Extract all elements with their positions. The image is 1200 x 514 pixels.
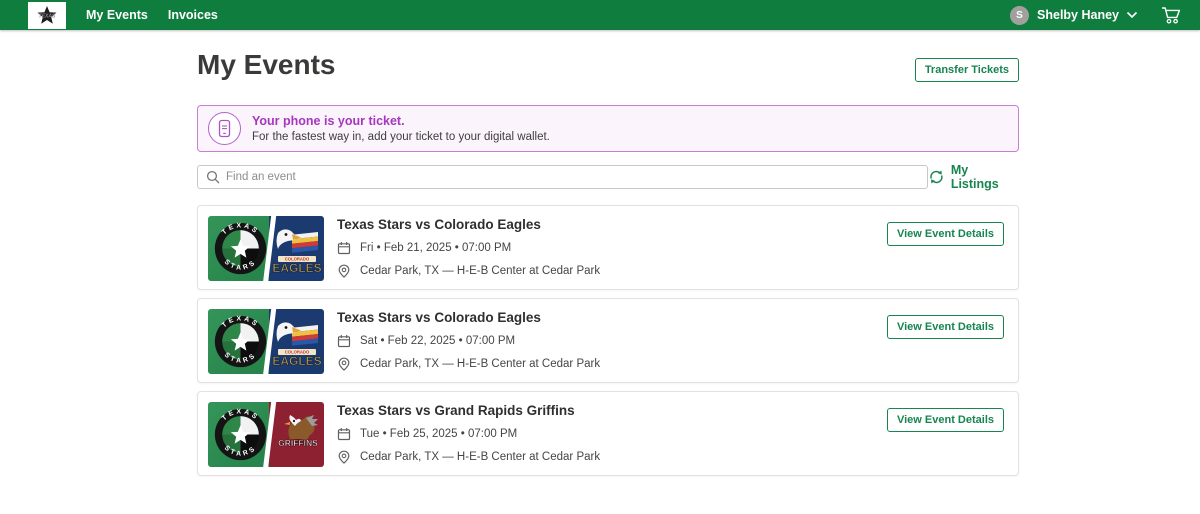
search-row: My Listings [197,163,1019,191]
event-venue: Cedar Park, TX — H-E-B Center at Cedar P… [360,265,600,277]
texas-stars-logo-icon: TEXAS STARS [213,221,268,276]
event-card: TEXAS STARS COLORADO EAGLES [197,298,1019,383]
calendar-icon [337,427,351,441]
event-date-row: Fri • Feb 21, 2025 • 07:00 PM [337,241,600,255]
brand-logo[interactable]: TEXAS [28,2,66,29]
search-icon [206,170,220,184]
event-info: Texas Stars vs Colorado Eagles Sat • Feb… [337,309,600,372]
top-nav: TEXAS My Events Invoices S Shelby Haney [0,0,1200,30]
event-venue-row: Cedar Park, TX — H-E-B Center at Cedar P… [337,357,600,371]
event-image: TEXAS STARS GRIFFINS [208,402,324,467]
phone-icon-circle [208,112,241,145]
colorado-eagles-logo-icon: COLORADO EAGLES [270,312,322,372]
shopping-cart-icon [1160,5,1182,25]
grand-rapids-griffins-logo-icon: GRIFFINS [270,405,322,465]
my-listings-link[interactable]: My Listings [928,163,1019,191]
texas-stars-logo-icon: TEXAS STARS [213,407,268,462]
event-date: Sat • Feb 22, 2025 • 07:00 PM [360,335,515,347]
event-date-row: Sat • Feb 22, 2025 • 07:00 PM [337,334,600,348]
refresh-icon [928,169,945,185]
event-venue-row: Cedar Park, TX — H-E-B Center at Cedar P… [337,450,600,464]
calendar-icon [337,334,351,348]
event-date-row: Tue • Feb 25, 2025 • 07:00 PM [337,427,600,441]
svg-text:GRIFFINS: GRIFFINS [278,438,318,448]
event-title: Texas Stars vs Colorado Eagles [337,310,600,325]
colorado-eagles-logo-icon: COLORADO EAGLES [270,219,322,279]
digital-wallet-banner: Your phone is your ticket. For the faste… [197,105,1019,152]
event-image: TEXAS STARS COLORADO EAGLES [208,309,324,374]
calendar-icon [337,241,351,255]
nav-link-my-events[interactable]: My Events [86,8,148,22]
texas-stars-wordmark-icon: TEXAS [30,4,64,27]
event-card: TEXAS STARS COLORADO EAGLES [197,205,1019,290]
event-title: Texas Stars vs Colorado Eagles [337,217,600,232]
svg-text:EAGLES: EAGLES [272,261,321,275]
event-venue: Cedar Park, TX — H-E-B Center at Cedar P… [360,358,600,370]
event-info: Texas Stars vs Colorado Eagles Fri • Feb… [337,216,600,279]
nav-link-invoices[interactable]: Invoices [168,8,218,22]
event-venue-row: Cedar Park, TX — H-E-B Center at Cedar P… [337,264,600,278]
event-title: Texas Stars vs Grand Rapids Griffins [337,403,600,418]
event-info: Texas Stars vs Grand Rapids Griffins Tue… [337,402,600,465]
search-input[interactable] [226,171,927,183]
view-event-details-button[interactable]: View Event Details [887,315,1004,339]
location-pin-icon [337,357,351,371]
event-date: Tue • Feb 25, 2025 • 07:00 PM [360,428,517,440]
svg-text:TEXAS: TEXAS [39,13,56,19]
avatar[interactable]: S [1010,6,1029,25]
user-menu[interactable]: S Shelby Haney [1010,6,1138,25]
svg-text:EAGLES: EAGLES [272,354,321,368]
banner-subtitle: For the fastest way in, add your ticket … [252,131,550,143]
event-card: TEXAS STARS GRIFFINS Texas Stars vs Gran… [197,391,1019,476]
main-content: My Events Transfer Tickets Your phone is… [197,47,1019,476]
my-listings-label: My Listings [951,163,1019,191]
event-list: TEXAS STARS COLORADO EAGLES [197,205,1019,476]
event-date: Fri • Feb 21, 2025 • 07:00 PM [360,242,511,254]
view-event-details-button[interactable]: View Event Details [887,222,1004,246]
banner-text: Your phone is your ticket. For the faste… [252,114,550,143]
phone-icon [217,119,232,138]
banner-title: Your phone is your ticket. [252,114,550,128]
view-event-details-button[interactable]: View Event Details [887,408,1004,432]
location-pin-icon [337,450,351,464]
texas-stars-logo-icon: TEXAS STARS [213,314,268,369]
event-image: TEXAS STARS COLORADO EAGLES [208,216,324,281]
chevron-down-icon[interactable] [1126,11,1138,19]
search-box[interactable] [197,165,928,189]
cart-button[interactable] [1160,5,1182,25]
location-pin-icon [337,264,351,278]
page-header: My Events Transfer Tickets [197,47,1019,82]
page-title: My Events [197,48,336,82]
user-name: Shelby Haney [1037,8,1119,22]
transfer-tickets-button[interactable]: Transfer Tickets [915,58,1019,82]
event-venue: Cedar Park, TX — H-E-B Center at Cedar P… [360,451,600,463]
